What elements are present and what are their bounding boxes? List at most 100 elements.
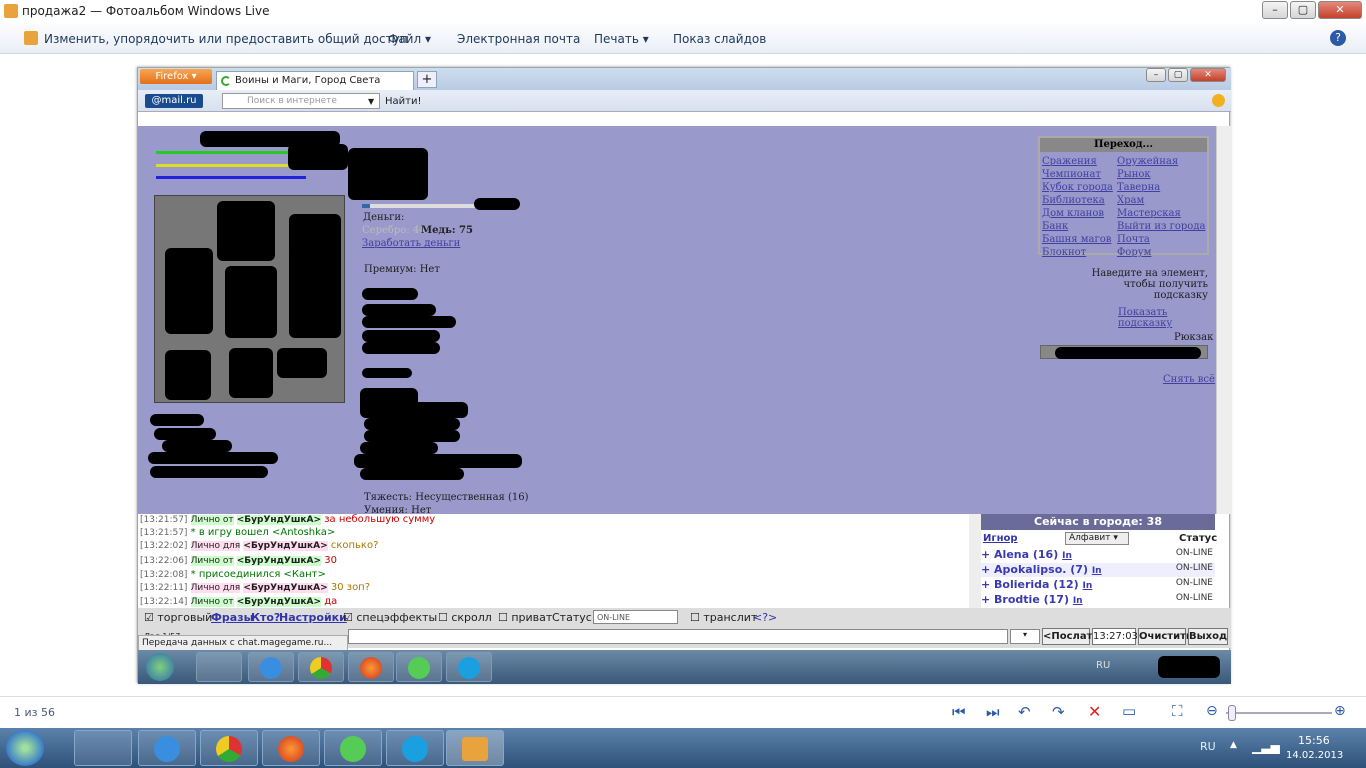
search-input[interactable]: Поиск в интернете — [222, 93, 380, 109]
menu-slideshow[interactable]: Показ слайдов — [673, 32, 766, 46]
skype-icon[interactable] — [446, 652, 492, 682]
nav-link[interactable]: Форум — [1117, 247, 1151, 258]
effects-checkbox[interactable]: ☑ спецэффекты — [343, 611, 437, 624]
nav-link[interactable]: Рынок — [1117, 169, 1151, 180]
chat-dropdown[interactable]: ▾ — [1010, 629, 1040, 644]
translit-checkbox[interactable]: ☐ транслит — [690, 611, 757, 624]
user-row[interactable]: + Apokalipso. (7) In ON-LINE — [981, 563, 1215, 577]
taskbar-icq-icon[interactable] — [324, 730, 382, 766]
help-icon[interactable]: ? — [1330, 30, 1346, 46]
nav-link[interactable]: Банк — [1042, 221, 1068, 232]
nav-link[interactable]: Мастерская — [1117, 208, 1181, 219]
nav-link[interactable]: Дом кланов — [1042, 208, 1104, 219]
user-row[interactable]: + Brodtie (17) In ON-LINE — [981, 593, 1215, 607]
rotate-right-icon[interactable]: ↷ — [1052, 703, 1065, 721]
nav-link[interactable]: Башня магов — [1042, 234, 1111, 245]
mailru-logo[interactable]: @mail.ru — [145, 94, 203, 108]
icq-icon[interactable] — [396, 652, 442, 682]
nav-link[interactable]: Чемпионат — [1042, 169, 1101, 180]
next-icon[interactable]: ⏭ — [986, 703, 1000, 721]
clear-button[interactable]: Очистить — [1138, 628, 1192, 645]
chevron-down-icon[interactable]: ▼ — [368, 97, 374, 106]
maximize-button[interactable]: ▢ — [1290, 1, 1316, 19]
slideshow-icon[interactable]: ▭ — [1122, 702, 1136, 720]
media-icon[interactable] — [196, 652, 242, 682]
who-link[interactable]: Кто? — [251, 611, 280, 624]
zoom-slider[interactable] — [1226, 705, 1332, 721]
status-select[interactable]: ON-LINE — [593, 610, 678, 624]
new-tab-button[interactable]: + — [417, 71, 437, 88]
ff-minimize-button[interactable]: – — [1146, 68, 1166, 82]
menu-email[interactable]: Электронная почта — [457, 32, 580, 46]
nav-link[interactable]: Оружейная — [1117, 156, 1178, 167]
send-button[interactable]: <Послать — [1042, 628, 1099, 645]
ie-icon[interactable] — [248, 652, 294, 682]
firefox-icon[interactable] — [348, 652, 394, 682]
browser-tab[interactable]: Воины и Маги, Город Света — [216, 71, 414, 90]
taskbar-skype-icon[interactable] — [386, 730, 444, 766]
trade-checkbox[interactable]: ☑ торговый — [144, 611, 212, 624]
previous-icon[interactable]: ⏮ — [952, 703, 966, 721]
chat-line: [13:22:08] * присоединился <Кант> — [140, 569, 326, 580]
start-button-icon[interactable] — [6, 730, 44, 766]
nav-link[interactable]: Таверна — [1117, 182, 1160, 193]
remove-all-link[interactable]: Снять всё — [1163, 374, 1215, 385]
scroll-checkbox[interactable]: ☐ скролл — [438, 611, 492, 624]
scrollbar[interactable] — [1216, 126, 1231, 514]
chat-input[interactable] — [348, 629, 1008, 644]
redacted-block — [362, 342, 440, 354]
clock-time[interactable]: 15:56 — [1298, 734, 1330, 747]
nav-link[interactable]: Сражения — [1042, 156, 1097, 167]
nav-link[interactable]: Библиотека — [1042, 195, 1105, 206]
chrome-icon[interactable] — [298, 652, 344, 682]
nav-link[interactable]: Блокнот — [1042, 247, 1086, 258]
online-header: Сейчас в городе: 38 — [981, 514, 1215, 530]
clock-date[interactable]: 14.02.2013 — [1286, 750, 1343, 761]
ff-maximize-button[interactable]: ▢ — [1168, 68, 1188, 82]
user-row[interactable]: + Alena (16) In ON-LINE — [981, 548, 1215, 562]
zoom-in-icon[interactable]: ⊕ — [1334, 703, 1346, 719]
backpack-label: Рюкзак — [1174, 332, 1214, 343]
nav-link[interactable]: Почта — [1117, 234, 1150, 245]
rotate-left-icon[interactable]: ↶ — [1018, 703, 1031, 721]
translit-help-link[interactable]: <?> — [753, 611, 777, 624]
nav-link[interactable]: Кубок города — [1042, 182, 1113, 193]
menu-share[interactable]: Изменить, упорядочить или предоставить о… — [44, 32, 408, 46]
taskbar-firefox-icon[interactable] — [262, 730, 320, 766]
private-checkbox[interactable]: ☐ приват — [498, 611, 552, 624]
search-go-button[interactable]: Найти! — [385, 96, 421, 107]
ff-close-button[interactable]: ✕ — [1190, 68, 1226, 82]
fit-icon[interactable]: ⛶ — [1172, 702, 1183, 720]
taskbar-ie-icon[interactable] — [138, 730, 196, 766]
close-button[interactable]: ✕ — [1318, 1, 1362, 19]
delete-icon[interactable]: ✕ — [1088, 702, 1101, 721]
menu-file[interactable]: Файл ▾ — [388, 32, 431, 46]
gear-icon[interactable] — [1212, 94, 1225, 107]
backpack-slot[interactable] — [1040, 345, 1208, 359]
taskbar-media-icon[interactable] — [74, 730, 132, 766]
nav-link[interactable]: Выйти из города — [1117, 221, 1205, 232]
taskbar-photo-gallery-icon[interactable] — [446, 730, 504, 766]
chat-scrollbar[interactable] — [969, 514, 981, 608]
earn-money-link[interactable]: Заработать деньги — [362, 238, 460, 249]
menu-print[interactable]: Печать ▾ — [594, 32, 649, 46]
redacted-block — [362, 304, 436, 316]
tray-arrow-icon[interactable]: ▲ — [1230, 740, 1237, 750]
sort-select[interactable]: Алфавит ▾ — [1065, 532, 1129, 545]
ignore-link[interactable]: Игнор — [983, 533, 1018, 544]
inner-lang[interactable]: RU — [1096, 660, 1110, 671]
phrases-link[interactable]: Фразы — [211, 611, 254, 624]
language-indicator[interactable]: RU — [1200, 740, 1216, 753]
taskbar-chrome-icon[interactable] — [200, 730, 258, 766]
minimize-button[interactable]: – — [1262, 1, 1288, 19]
firefox-menu-button[interactable]: Firefox ▾ — [140, 69, 212, 84]
show-hint-link[interactable]: Показать подсказку — [1118, 307, 1216, 329]
chat-line: [13:21:57] Лично от <БурУндУшкА> за небо… — [140, 514, 436, 525]
exit-button[interactable]: Выход — [1188, 628, 1228, 645]
zoom-out-icon[interactable]: ⊖ — [1206, 703, 1218, 719]
network-icon[interactable]: ▁▃▅ — [1252, 740, 1280, 754]
user-row[interactable]: + Bolierida (12) In ON-LINE — [981, 578, 1215, 592]
settings-link[interactable]: Настройки — [279, 611, 347, 624]
nav-link[interactable]: Храм — [1117, 195, 1144, 206]
start-orb-icon[interactable] — [146, 653, 174, 681]
